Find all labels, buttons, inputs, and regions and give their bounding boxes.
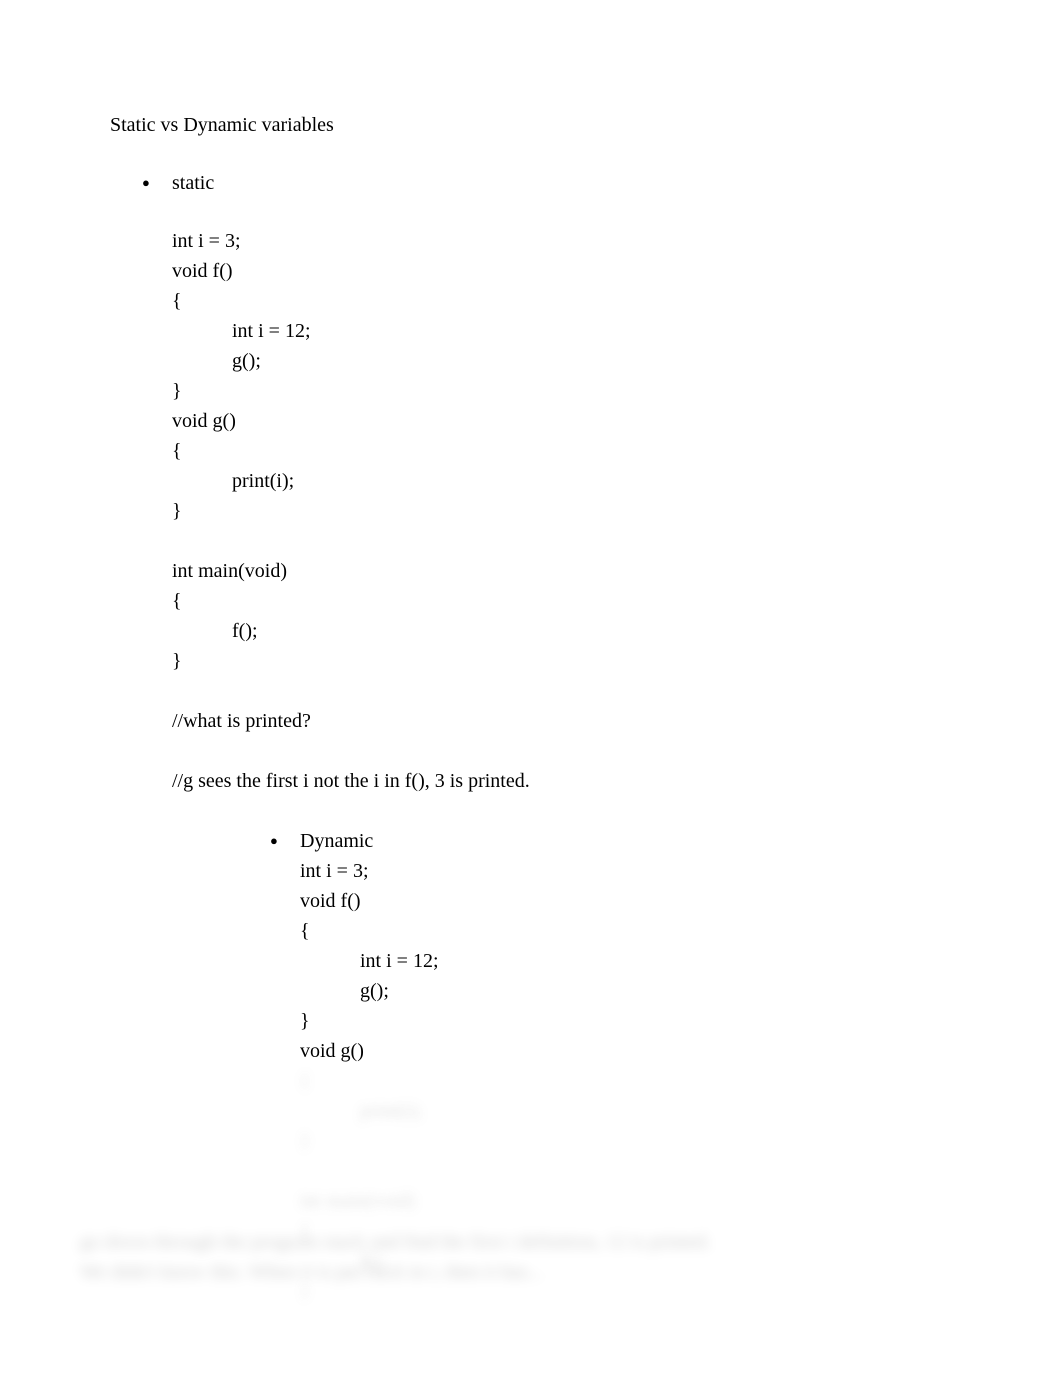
code-comment: //what is printed? [172,706,962,736]
code-line: void g() [172,406,962,436]
code-line: void f() [172,256,962,286]
blurred-text: We didn't know this. When it is put back… [80,1261,543,1283]
dynamic-label: Dynamic [300,830,373,852]
code-line: } [300,1006,962,1036]
code-line: g(); [172,346,962,376]
static-label: static [172,172,214,194]
code-line: int main(void) [172,556,962,586]
code-line: int i = 12; [172,316,962,346]
spacer [172,676,962,706]
top-bullet-list: static [110,168,962,198]
code-line-blurred: { [300,1066,962,1096]
blurred-text: go down through the program stack and fi… [80,1231,711,1253]
code-line: } [172,496,962,526]
spacer [300,1156,962,1186]
code-line: { [300,916,962,946]
code-line-blurred: } [300,1126,962,1156]
code-line: } [172,646,962,676]
code-line: f(); [172,616,962,646]
code-line: int i = 3; [172,226,962,256]
code-line: int i = 12; [300,946,962,976]
static-code-block: int i = 3; void f() { int i = 12; g(); }… [172,226,962,796]
bottom-blurred-text: go down through the program stack and fi… [80,1227,960,1287]
page-title: Static vs Dynamic variables [110,110,962,140]
code-line: void f() [300,886,962,916]
spacer [172,526,962,556]
blurred-line: go down through the program stack and fi… [80,1227,960,1257]
code-line-blurred: print(i); [300,1096,962,1126]
code-line: } [172,376,962,406]
code-line-blurred: int main(void) [300,1186,962,1216]
blurred-line: We didn't know this. When it is put back… [80,1257,960,1287]
code-line: int i = 3; [300,856,962,886]
code-line: { [172,436,962,466]
code-line: { [172,586,962,616]
code-line: print(i); [172,466,962,496]
code-line: void g() [300,1036,962,1066]
code-line: g(); [300,976,962,1006]
static-bullet: static [142,168,962,198]
code-line: { [172,286,962,316]
spacer [172,736,962,766]
code-comment: //g sees the first i not the i in f(), 3… [172,766,962,796]
